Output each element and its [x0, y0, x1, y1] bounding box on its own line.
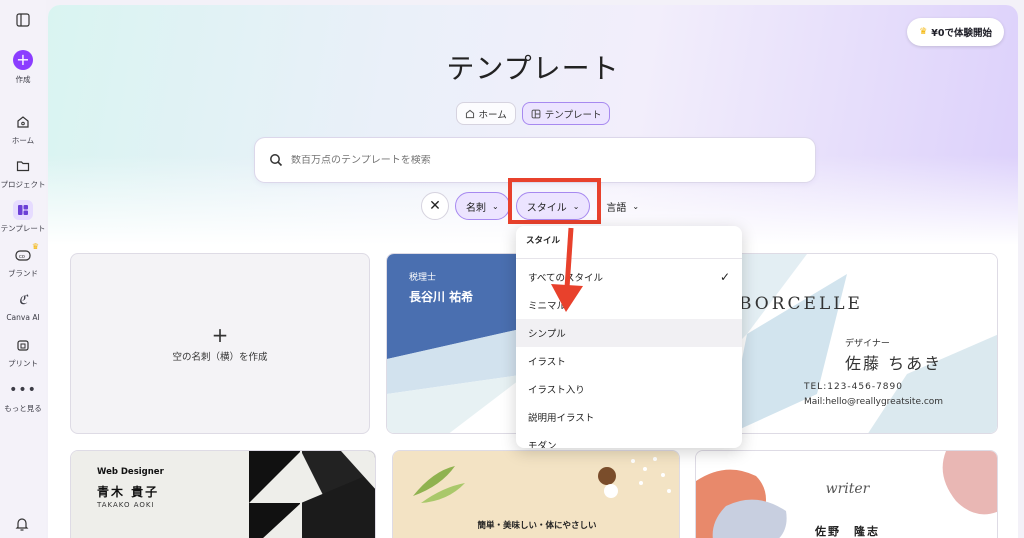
- card3-name: 青木 貴子: [97, 485, 160, 499]
- card3-role: Web Designer: [97, 467, 164, 477]
- brand-label: ブランド: [8, 269, 38, 278]
- filter-meishi[interactable]: 名刺 ⌄: [455, 192, 510, 220]
- rail-item-templates[interactable]: テンプレート: [0, 200, 46, 234]
- more-dots-icon: •••: [9, 382, 37, 398]
- breadcrumb-templates[interactable]: テンプレート: [521, 102, 611, 125]
- breadcrumb-templates-label: テンプレート: [544, 109, 602, 121]
- card2-name: 佐藤 ちあき: [845, 354, 943, 373]
- rail-item-print[interactable]: プリント: [0, 335, 46, 369]
- home-icon: [465, 109, 474, 118]
- canva-ai-icon: ℭ: [18, 292, 28, 308]
- search-input[interactable]: [291, 154, 771, 166]
- crown-icon: ♛: [31, 242, 39, 251]
- dropdown-item-label: シンプル: [528, 329, 566, 340]
- highlight-annotation-box: [508, 178, 601, 224]
- free-trial-label: ¥0で体験開始: [931, 28, 992, 39]
- red-arrow-annotation: [551, 227, 583, 312]
- home-label: ホーム: [11, 136, 35, 145]
- rail-item-brand[interactable]: ♛ co ブランド: [0, 242, 46, 279]
- card5-name: 佐野 隆志: [815, 525, 880, 538]
- plus-icon: +: [13, 50, 33, 70]
- card2-role: デザイナー: [845, 339, 890, 349]
- clear-filters-button[interactable]: ✕: [421, 192, 449, 220]
- chevron-down-icon: ⌄: [492, 201, 499, 211]
- filter-meishi-label: 名刺: [466, 202, 486, 214]
- breadcrumb-home-label: ホーム: [478, 109, 507, 121]
- template-card-food[interactable]: 簡単・美味しい・体にやさしい: [392, 450, 680, 538]
- card3-romaji: TAKAKO AOKI: [97, 501, 155, 509]
- dropdown-item-label: イラスト: [528, 357, 566, 368]
- card2-mail: Mail:hello@reallygreatsite.com: [804, 397, 944, 407]
- create-blank-label: 空の名刺（横）を作成: [172, 351, 268, 363]
- breadcrumb: ホーム テンプレート: [48, 102, 1018, 125]
- close-icon: ✕: [429, 198, 441, 214]
- search-bar[interactable]: [255, 138, 815, 182]
- sidebar-toggle-icon: [13, 10, 33, 30]
- dropdown-item-label: イラスト入り: [528, 385, 585, 396]
- left-rail: + 作成 ホーム プロジェクト テンプレート ♛ co ブランド ℭ Canva…: [0, 0, 46, 538]
- print-icon: [13, 335, 33, 355]
- card2-tel: TEL:123-456-7890: [804, 382, 903, 392]
- card1-name: 長谷川 祐希: [409, 290, 474, 304]
- brand-icon: co: [13, 245, 33, 265]
- print-label: プリント: [8, 359, 38, 368]
- dropdown-item-with-illust[interactable]: イラスト入り: [516, 375, 742, 403]
- rail-item-projects[interactable]: プロジェクト: [0, 156, 46, 190]
- more-label: もっと見る: [4, 404, 42, 413]
- filter-language[interactable]: 言語 ⌄: [596, 192, 649, 220]
- projects-label: プロジェクト: [0, 180, 46, 189]
- dropdown-item-simple[interactable]: シンプル: [516, 319, 742, 347]
- templates-icon: [13, 200, 33, 220]
- templates-label: テンプレート: [0, 224, 46, 233]
- search-icon: [270, 154, 283, 167]
- plus-icon: +: [211, 322, 229, 347]
- check-icon: ✓: [719, 270, 730, 284]
- canva-ai-label: Canva AI: [6, 313, 40, 322]
- rail-item-more[interactable]: ••• もっと見る: [0, 380, 46, 414]
- filter-language-label: 言語: [606, 202, 627, 214]
- dropdown-item-label: 説明用イラスト: [528, 413, 595, 424]
- templates-icon: [531, 109, 541, 118]
- crown-icon: ♛: [919, 27, 928, 37]
- dropdown-item-illust[interactable]: イラスト: [516, 347, 742, 375]
- card4-tagline: 簡単・美味しい・体にやさしい: [477, 521, 597, 531]
- create-button[interactable]: + 作成: [0, 50, 46, 85]
- dropdown-item-modern[interactable]: モダン: [516, 431, 742, 448]
- folder-icon: [13, 156, 33, 176]
- breadcrumb-home[interactable]: ホーム: [455, 102, 516, 125]
- rail-item-canva-ai[interactable]: ℭ Canva AI: [0, 290, 46, 323]
- template-card-writer[interactable]: writer 佐野 隆志: [695, 450, 998, 538]
- free-trial-button[interactable]: ♛ ¥0で体験開始: [907, 18, 1004, 46]
- bell-icon[interactable]: [14, 516, 30, 536]
- card2-brand: BORCELLE: [739, 294, 863, 314]
- chevron-down-icon: ⌄: [632, 201, 640, 211]
- rail-item-home[interactable]: ホーム: [0, 112, 46, 146]
- template-card-web-designer[interactable]: Web Designer 青木 貴子 TAKAKO AOKI: [70, 450, 376, 538]
- create-label: 作成: [15, 75, 31, 84]
- home-icon: [13, 112, 33, 132]
- card1-role: 税理士: [409, 273, 437, 283]
- page-title: テンプレート: [446, 52, 620, 85]
- toggle-sidebar-button[interactable]: [0, 10, 46, 33]
- svg-text:co: co: [19, 254, 25, 260]
- create-blank-card[interactable]: + 空の名刺（横）を作成: [70, 253, 370, 434]
- dropdown-item-label: モダン: [528, 441, 557, 448]
- dropdown-item-explanatory-illust[interactable]: 説明用イラスト: [516, 403, 742, 431]
- card5-role: writer: [825, 481, 870, 497]
